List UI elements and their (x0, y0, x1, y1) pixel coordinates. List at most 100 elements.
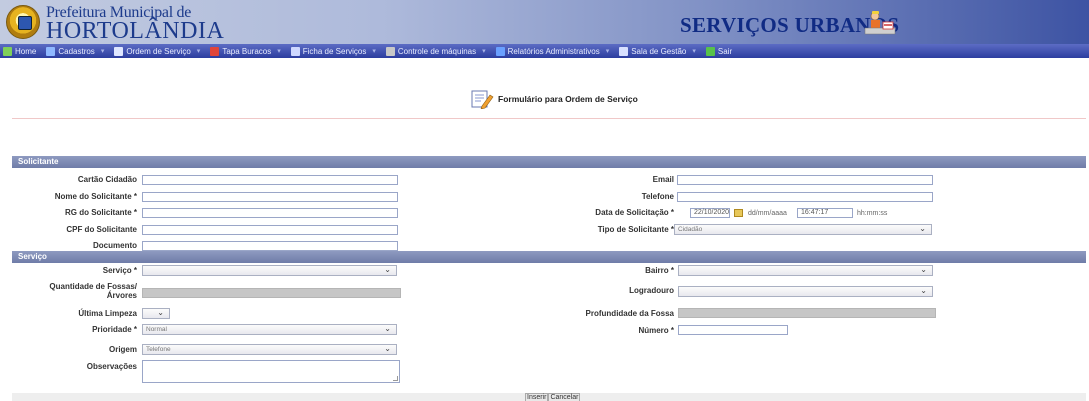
cpf-solicitante-input[interactable] (142, 225, 398, 235)
numero-label: Número * (638, 326, 674, 335)
menu-item-label: Ordem de Serviço (126, 46, 191, 56)
quantidade-label-line1: Quantidade de Fossas/ (49, 282, 137, 291)
resize-grip-icon[interactable] (393, 376, 398, 381)
dropdown-caret-icon: ▾ (482, 48, 486, 55)
menu-item-6[interactable]: Relatórios Administrativos ▾ (493, 46, 613, 56)
telefone-input[interactable] (677, 192, 933, 202)
section-solicitante: Solicitante (12, 156, 1086, 168)
menu-item-5[interactable]: Controle de máquinas ▾ (383, 46, 489, 56)
ultima-limpeza-select[interactable]: ⌄ (142, 308, 170, 319)
data-solicitacao-input[interactable]: 22/10/2020 (690, 208, 730, 218)
document-icon (114, 46, 124, 56)
menu-item-4[interactable]: Ficha de Serviços ▾ (288, 46, 379, 56)
hora-solicitacao-input[interactable]: 16:47:17 (797, 208, 853, 218)
prioridade-label: Prioridade * (92, 325, 137, 334)
menu-item-label: Sala de Gestão (631, 46, 687, 56)
menu-item-7[interactable]: Sala de Gestão ▾ (616, 46, 699, 56)
menu-item-1[interactable]: Cadastros ▾ (43, 46, 107, 56)
documento-input[interactable] (142, 241, 398, 251)
folder-icon (46, 46, 56, 56)
menu-item-0[interactable]: Home (0, 46, 39, 56)
form-icon (290, 46, 300, 56)
quantidade-label: Quantidade de Fossas/ Árvores (49, 282, 137, 300)
nome-solicitante-input[interactable] (142, 192, 398, 202)
email-label: Email (652, 175, 674, 184)
road-icon (210, 46, 220, 56)
inserir-button[interactable]: Inserir (525, 393, 549, 401)
dropdown-caret-icon: ▾ (372, 48, 376, 55)
exit-icon (705, 46, 715, 56)
menu-item-3[interactable]: Tapa Buracos ▾ (207, 46, 283, 56)
cpf-label: CPF do Solicitante (66, 225, 137, 234)
nome-label: Nome do Solicitante * (54, 192, 137, 201)
chevron-down-icon: ⌄ (919, 224, 926, 233)
ultima-limpeza-label: Última Limpeza (78, 309, 137, 318)
cartao-cidadao-input[interactable] (142, 175, 398, 185)
chevron-down-icon: ⌄ (384, 265, 391, 274)
chart-icon (619, 46, 629, 56)
form-actions: Inserir Cancelar (525, 393, 581, 401)
profundidade-fossa-input (678, 308, 936, 318)
menu-item-label: Controle de máquinas (397, 46, 477, 56)
bairro-label: Bairro * (645, 266, 674, 275)
form-edit-icon (471, 90, 494, 109)
dropdown-caret-icon: ▾ (277, 48, 281, 55)
rg-label: RG do Solicitante * (64, 208, 137, 217)
menu-item-8[interactable]: Sair (703, 46, 735, 56)
title-divider (12, 118, 1086, 119)
gear-icon (385, 46, 395, 56)
observacoes-textarea[interactable] (142, 360, 400, 383)
logradouro-label: Logradouro (629, 286, 674, 295)
origem-select[interactable]: Telefone ⌄ (142, 344, 397, 355)
menu-item-label: Sair (717, 46, 733, 56)
chevron-down-icon: ⌄ (920, 286, 927, 295)
logradouro-select[interactable]: ⌄ (678, 286, 933, 297)
prioridade-select[interactable]: Normal ⌄ (142, 324, 397, 335)
email-input[interactable] (677, 175, 933, 185)
menu-item-label: Relatórios Administrativos (507, 46, 600, 56)
menu-item-label: Ficha de Serviços (302, 46, 367, 56)
menu-item-label: Tapa Buracos (222, 46, 272, 56)
observacoes-label: Observações (86, 362, 137, 371)
main-menu: Home Cadastros ▾ Ordem de Serviço ▾ Tapa Bura… (0, 44, 1089, 58)
dropdown-caret-icon: ▾ (100, 48, 105, 55)
profundidade-label: Profundidade da Fossa (585, 309, 674, 318)
quantidade-fossas-input (142, 288, 401, 298)
tipo-solicitante-value: Cidadão (678, 226, 703, 233)
bairro-select[interactable]: ⌄ (678, 265, 933, 276)
quantidade-label-line2: Árvores (106, 291, 137, 300)
calendar-icon[interactable] (734, 209, 743, 217)
origem-value: Telefone (146, 346, 171, 353)
servico-label: Serviço * (102, 266, 137, 275)
documento-label: Documento (93, 241, 137, 250)
chevron-down-icon: ⌄ (384, 344, 391, 353)
numero-input[interactable] (678, 325, 788, 335)
menu-item-2[interactable]: Ordem de Serviço ▾ (111, 46, 203, 56)
report-icon (495, 46, 505, 56)
chevron-down-icon: ⌄ (384, 324, 391, 333)
dropdown-caret-icon: ▾ (692, 48, 696, 55)
tipo-solicitante-label: Tipo de Solicitante * (597, 225, 674, 234)
header-banner: Prefeitura Municipal de HORTOLÂNDIA SERV… (0, 0, 1089, 44)
chevron-down-icon: ⌄ (920, 265, 927, 274)
cancelar-button[interactable]: Cancelar (548, 393, 581, 401)
section-servico: Serviço (12, 251, 1086, 263)
data-solicitacao-label: Data de Solicitação * (595, 208, 674, 217)
dropdown-caret-icon: ▾ (605, 48, 610, 55)
dropdown-caret-icon: ▾ (196, 48, 201, 55)
rg-solicitante-input[interactable] (142, 208, 398, 218)
page-title-block: Formulário para Ordem de Serviço (470, 89, 638, 109)
brand-line2: HORTOLÂNDIA (46, 18, 225, 44)
home-icon (3, 46, 12, 56)
menu-item-label: Cadastros (58, 46, 95, 56)
servico-select[interactable]: ⌄ (142, 265, 397, 276)
data-hint: dd/mm/aaaa (748, 210, 787, 217)
telefone-label: Telefone (641, 192, 674, 201)
cartao-label: Cartão Cidadão (77, 175, 137, 184)
tipo-solicitante-select[interactable]: Cidadão ⌄ (674, 224, 932, 235)
origem-label: Origem (108, 345, 137, 354)
worker-icon (864, 11, 896, 35)
menu-item-label: Home (15, 46, 37, 56)
page-title: Formulário para Ordem de Serviço (498, 94, 638, 104)
chevron-down-icon: ⌄ (157, 308, 164, 317)
